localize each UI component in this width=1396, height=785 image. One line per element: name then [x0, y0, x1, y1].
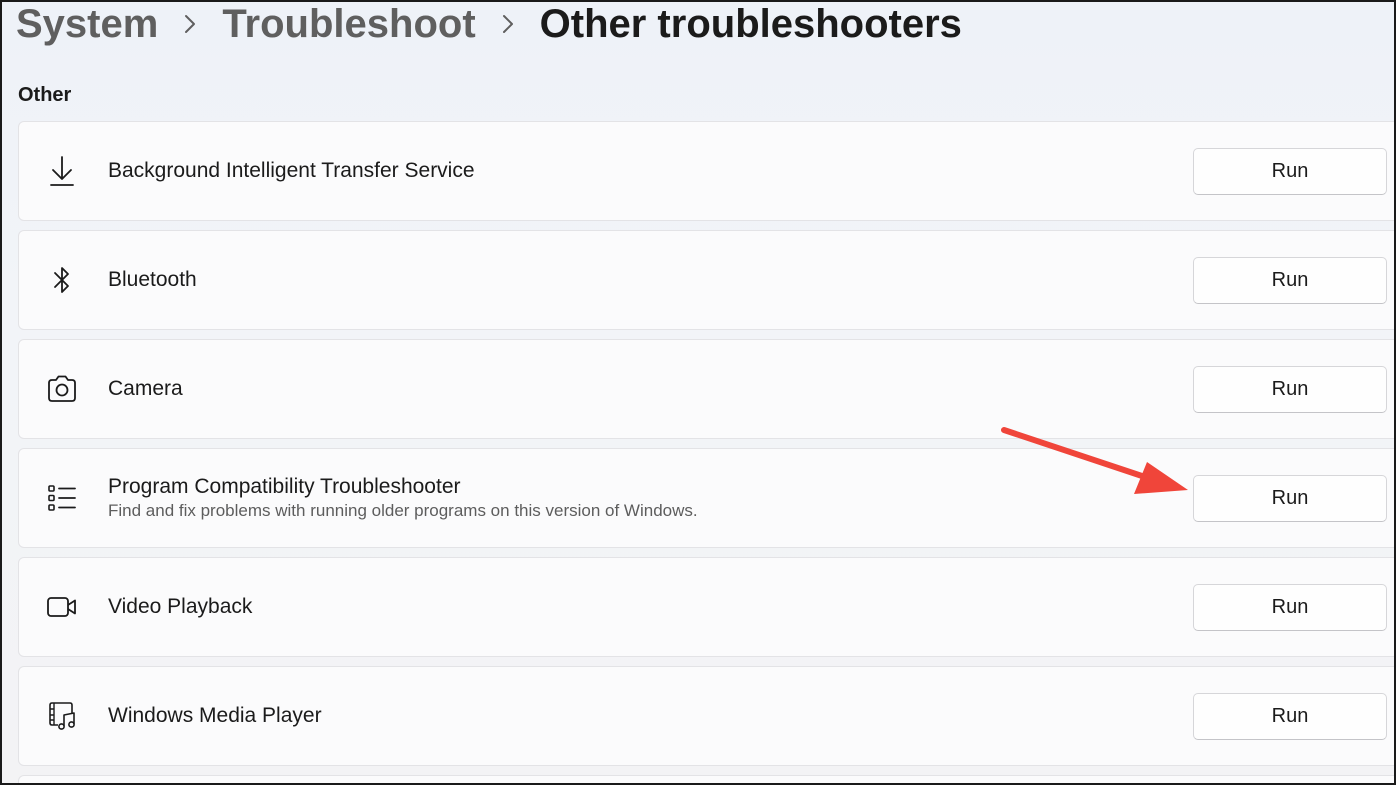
troubleshooter-item-video-playback: Video Playback Run	[18, 557, 1394, 657]
troubleshooter-item-program-compatibility: Program Compatibility Troubleshooter Fin…	[18, 448, 1394, 548]
troubleshooter-title: Program Compatibility Troubleshooter	[108, 475, 461, 498]
list-icon	[46, 482, 78, 514]
troubleshooter-item-camera: Camera Run	[18, 339, 1394, 439]
media-player-icon	[46, 700, 78, 732]
video-camera-icon	[46, 591, 78, 623]
chevron-right-icon	[476, 13, 540, 35]
troubleshooter-item-bluetooth: Bluetooth Run	[18, 230, 1394, 330]
breadcrumb: System Troubleshoot Other troubleshooter…	[16, 1, 962, 52]
troubleshooter-title: Background Intelligent Transfer Service	[108, 159, 475, 182]
troubleshooter-title: Bluetooth	[108, 268, 197, 291]
troubleshooter-title: Windows Media Player	[108, 704, 322, 727]
page-title: Other troubleshooters	[539, 1, 962, 46]
download-icon	[46, 155, 78, 187]
run-button-bluetooth[interactable]: Run	[1193, 257, 1387, 304]
breadcrumb-system[interactable]: System	[16, 2, 158, 47]
troubleshooter-item-partial	[18, 775, 1394, 783]
troubleshooter-item-windows-media-player: Windows Media Player Run	[18, 666, 1394, 766]
troubleshooter-title: Video Playback	[108, 595, 253, 618]
troubleshooter-item-bits: Background Intelligent Transfer Service …	[18, 121, 1394, 221]
section-title: Other	[18, 84, 72, 106]
troubleshooter-description: Find and fix problems with running older…	[108, 501, 698, 520]
chevron-right-icon	[158, 13, 222, 35]
breadcrumb-troubleshoot[interactable]: Troubleshoot	[222, 2, 475, 47]
run-button-program-compatibility[interactable]: Run	[1193, 475, 1387, 522]
settings-window: System Troubleshoot Other troubleshooter…	[0, 0, 1396, 785]
run-button-windows-media-player[interactable]: Run	[1193, 693, 1387, 740]
bluetooth-icon	[46, 264, 78, 296]
troubleshooter-title: Camera	[108, 377, 183, 400]
run-button-bits[interactable]: Run	[1193, 148, 1387, 195]
run-button-video-playback[interactable]: Run	[1193, 584, 1387, 631]
run-button-camera[interactable]: Run	[1193, 366, 1387, 413]
camera-icon	[46, 373, 78, 405]
troubleshooter-list: Background Intelligent Transfer Service …	[18, 121, 1394, 783]
